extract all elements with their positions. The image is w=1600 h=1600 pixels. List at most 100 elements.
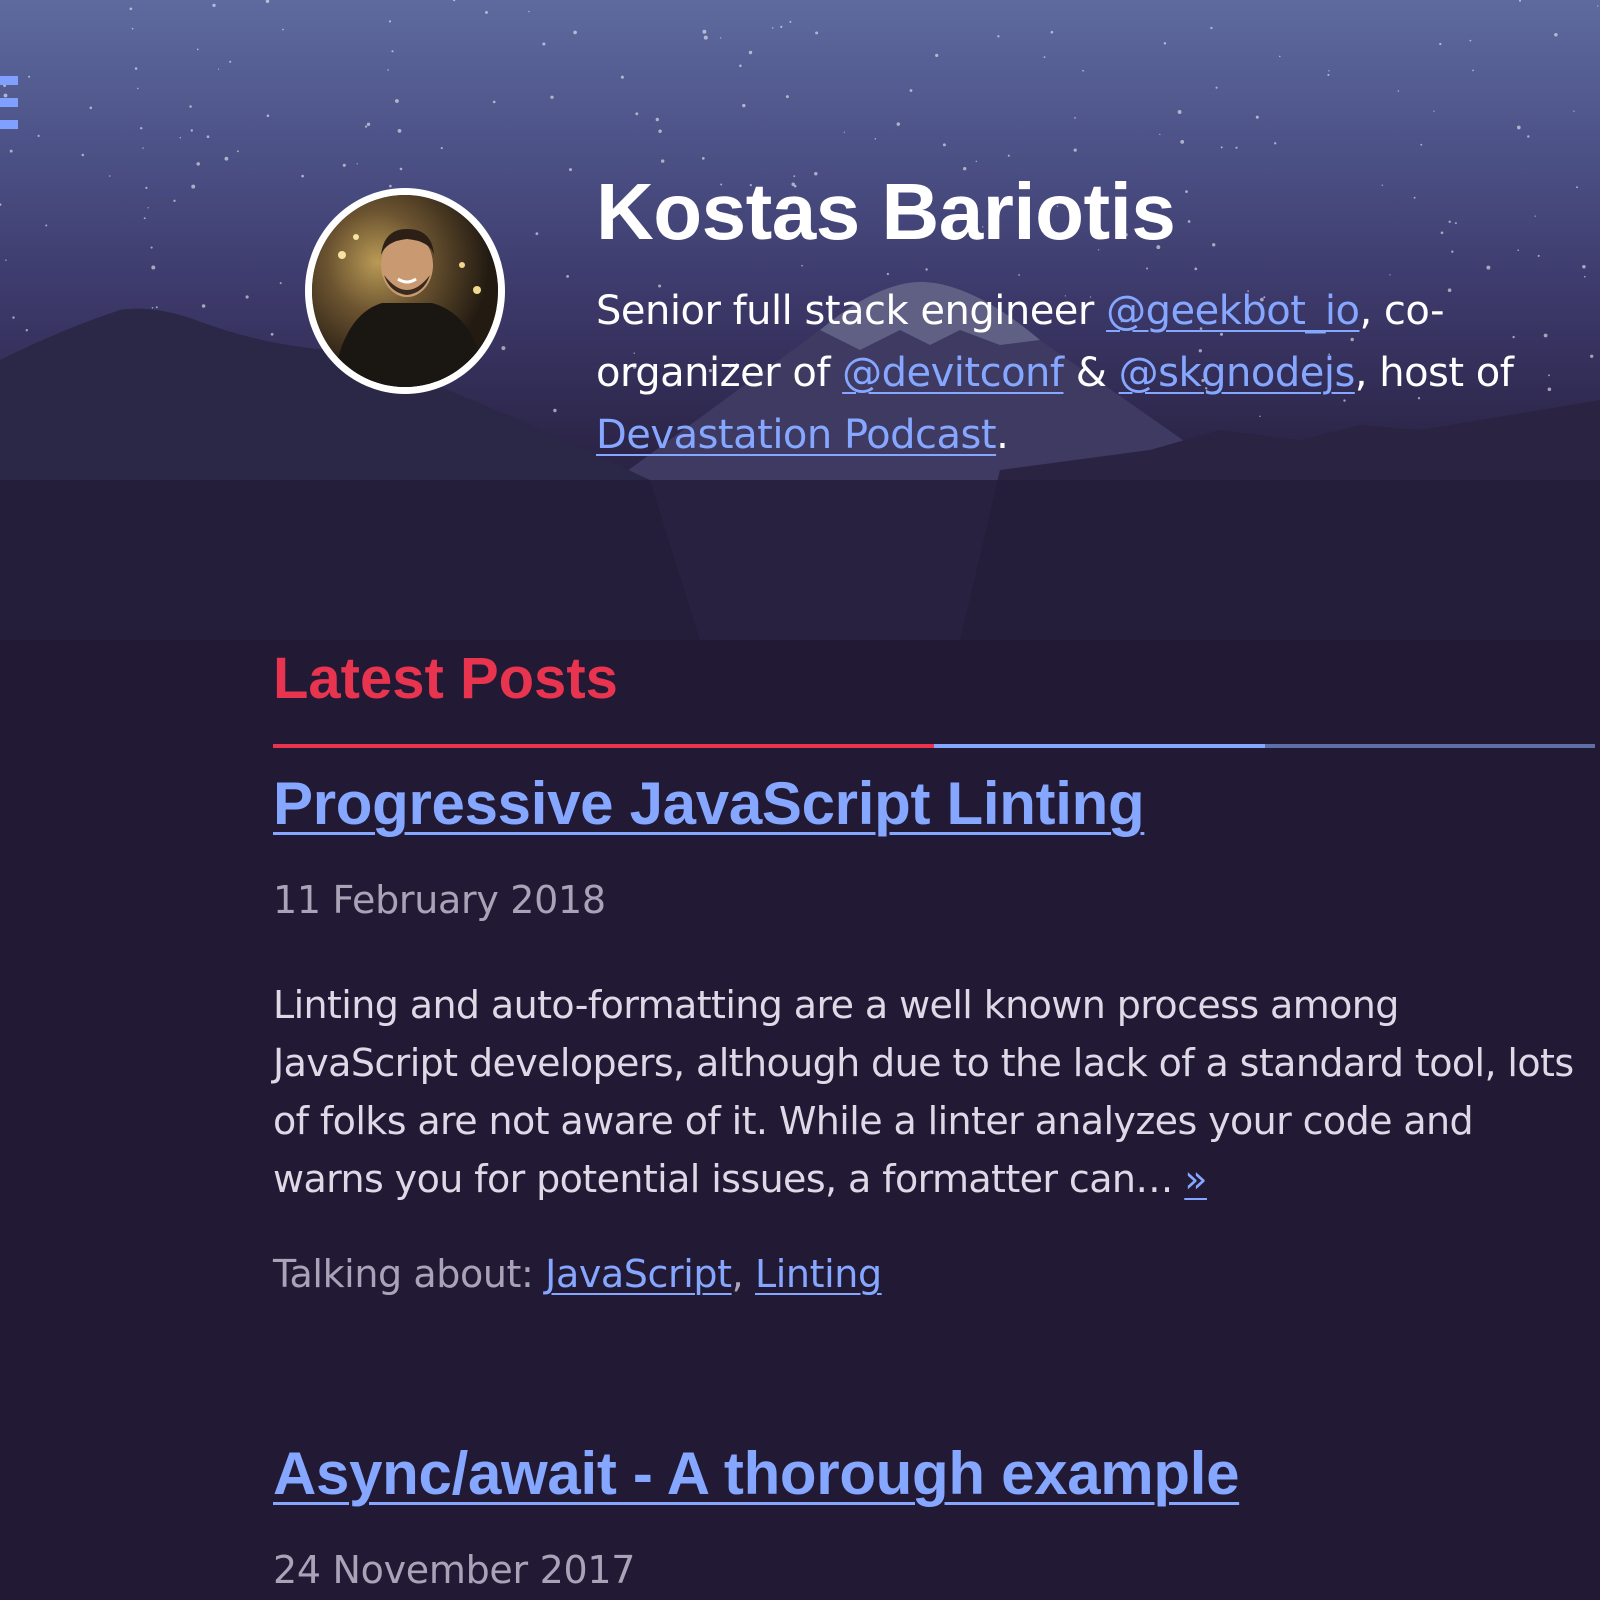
star — [440, 147, 443, 150]
tag-link-javascript[interactable]: JavaScript — [545, 1252, 732, 1296]
skgnodejs-link[interactable]: @skgnodejs — [1119, 350, 1356, 396]
star — [1177, 110, 1182, 114]
avatar-photo — [312, 195, 498, 387]
menu-bar — [0, 76, 18, 85]
star — [942, 143, 946, 147]
star — [1007, 154, 1010, 157]
star — [635, 112, 639, 116]
podcast-link[interactable]: Devastation Podcast — [596, 412, 997, 458]
star — [143, 217, 146, 220]
star — [1576, 186, 1578, 189]
star — [81, 153, 85, 157]
post-tags: Talking about: JavaScript, Linting — [273, 1252, 1583, 1296]
post-excerpt: Linting and auto-formatting are a well k… — [273, 976, 1583, 1208]
avatar — [305, 188, 505, 394]
star — [28, 75, 31, 78]
star — [229, 60, 232, 63]
star — [528, 10, 530, 13]
star — [5, 259, 7, 261]
star — [151, 306, 154, 309]
star — [742, 103, 746, 108]
star — [1274, 142, 1277, 145]
star — [1590, 354, 1594, 358]
tag-link-linting[interactable]: Linting — [755, 1252, 882, 1296]
star — [129, 7, 133, 11]
star — [45, 224, 48, 227]
post-item: Async/await - A thorough example 24 Nove… — [273, 1438, 1583, 1592]
post-date: 11 February 2018 — [273, 878, 606, 922]
star — [1469, 39, 1472, 42]
star — [1159, 133, 1161, 136]
star — [701, 157, 705, 160]
post-title-link[interactable]: Progressive JavaScript Linting — [273, 770, 1145, 837]
star — [550, 95, 554, 99]
section-divider — [273, 744, 1595, 748]
star — [389, 184, 392, 188]
post-title-link[interactable]: Async/await - A thorough example — [273, 1440, 1239, 1507]
star — [9, 149, 13, 153]
star — [1146, 267, 1149, 270]
star — [147, 207, 149, 209]
star — [655, 117, 659, 122]
star — [1255, 115, 1259, 119]
star — [485, 10, 488, 14]
star — [1220, 146, 1223, 149]
read-more-link[interactable]: » — [1184, 1157, 1207, 1201]
star — [1328, 70, 1330, 72]
star — [1397, 90, 1400, 92]
star — [196, 48, 199, 51]
star — [1180, 140, 1185, 144]
star — [1517, 249, 1519, 251]
star — [452, 0, 456, 2]
star — [843, 131, 845, 133]
star — [364, 125, 368, 128]
star — [342, 163, 346, 167]
star — [553, 408, 557, 413]
star — [391, 50, 394, 53]
star — [874, 137, 877, 140]
star — [1597, 5, 1599, 7]
star — [1516, 125, 1521, 130]
star — [1389, 274, 1391, 276]
star — [1187, 220, 1191, 223]
geekbot-link[interactable]: @geekbot_io — [1106, 288, 1360, 334]
star — [1554, 33, 1558, 37]
star — [702, 29, 707, 34]
star — [109, 175, 111, 177]
star — [191, 184, 196, 189]
star — [145, 186, 148, 190]
star — [748, 50, 753, 55]
star — [703, 35, 708, 40]
star — [245, 295, 249, 299]
star — [925, 268, 928, 271]
star — [886, 272, 890, 276]
hamburger-menu-icon[interactable] — [0, 76, 18, 138]
post-title: Progressive JavaScript Linting — [273, 768, 1583, 840]
star — [0, 203, 2, 206]
star — [1381, 184, 1384, 187]
star — [573, 30, 577, 35]
star — [1454, 222, 1457, 225]
star — [1472, 69, 1474, 72]
star — [394, 99, 399, 103]
star — [535, 232, 539, 236]
star — [134, 67, 138, 70]
star — [89, 106, 93, 110]
star — [137, 87, 139, 90]
star — [1210, 26, 1213, 30]
star — [131, 27, 134, 30]
star — [12, 316, 15, 319]
bio-text: & — [1063, 350, 1119, 396]
star — [501, 346, 506, 351]
devitconf-link[interactable]: @devitconf — [842, 350, 1064, 396]
star — [236, 150, 239, 153]
star — [279, 282, 282, 285]
star — [1043, 56, 1046, 59]
star — [1534, 215, 1536, 217]
author-name: Kostas Bariotis — [596, 167, 1176, 256]
divider-segment — [273, 744, 604, 748]
star — [139, 126, 143, 130]
star — [935, 53, 939, 57]
star — [265, 0, 270, 3]
tag-separator: , — [731, 1252, 755, 1296]
